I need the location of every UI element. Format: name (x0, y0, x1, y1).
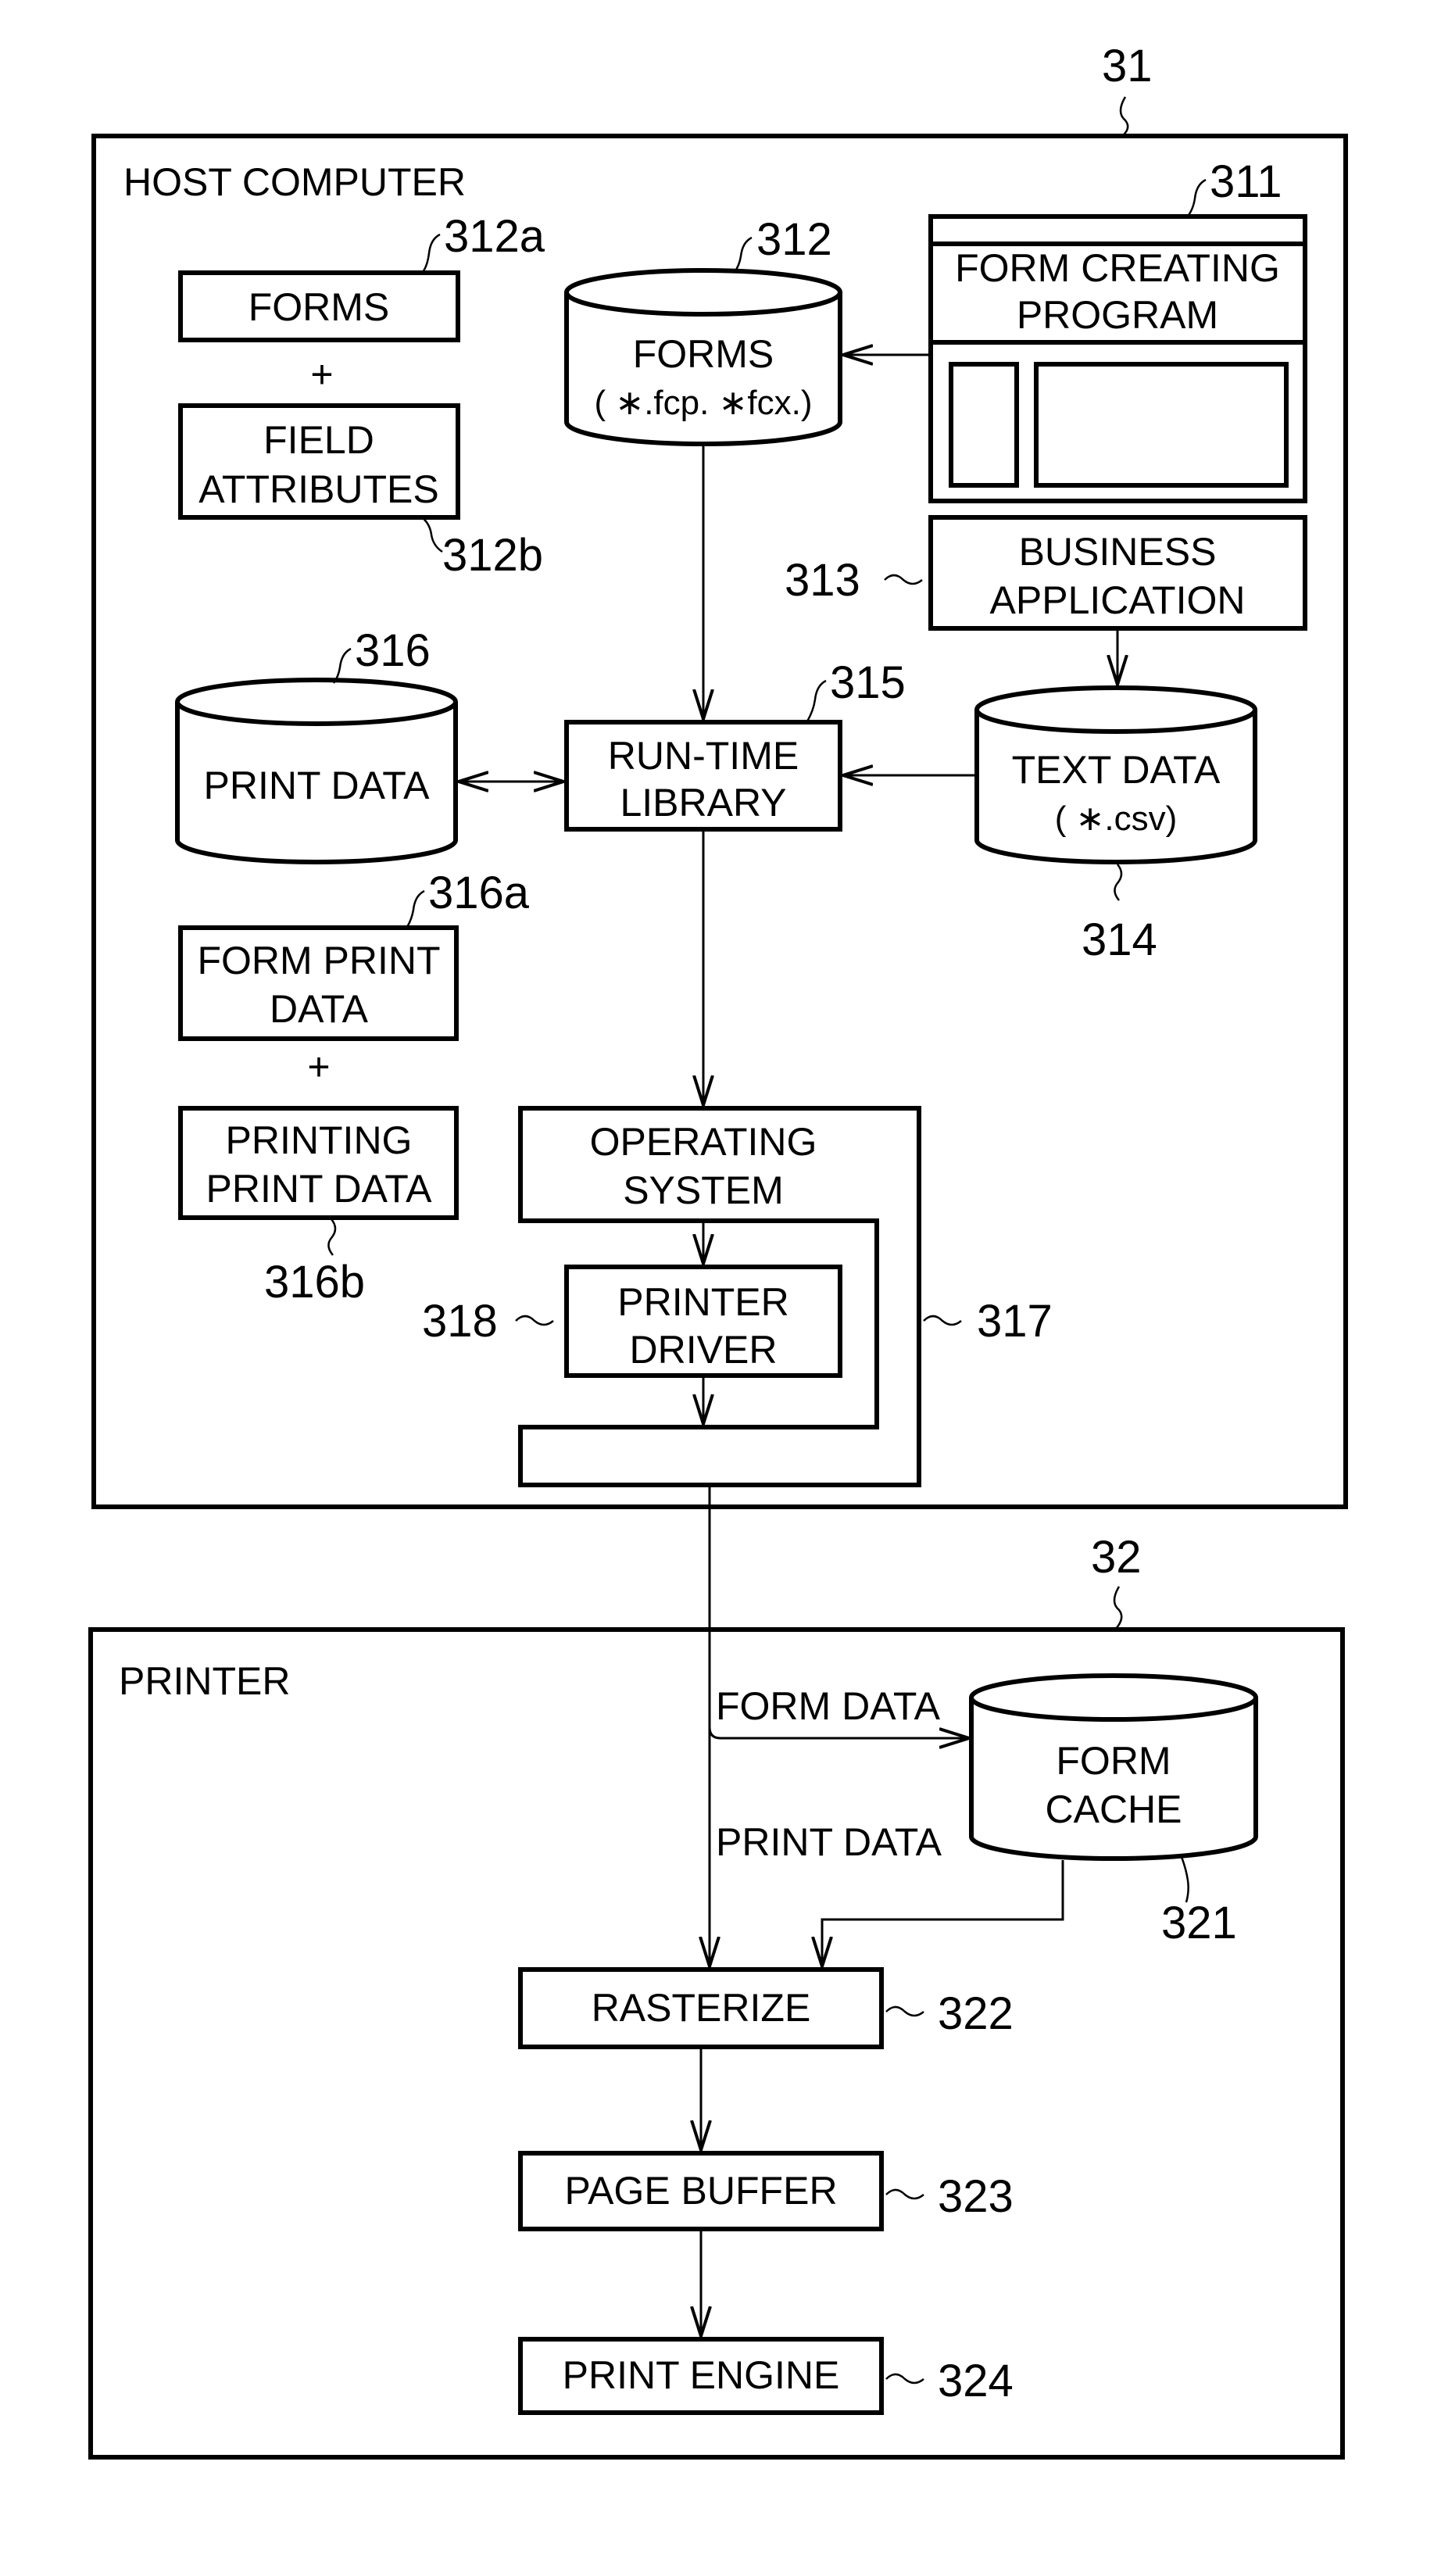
ref-317: 317 (977, 1296, 1053, 1347)
ref-318: 318 (422, 1296, 498, 1347)
window-left-pane (949, 362, 1019, 488)
text-data-line2: ( ∗.csv) (1055, 800, 1178, 838)
ref-321: 321 (1161, 1898, 1237, 1948)
runtime-line1: RUN-TIME (608, 734, 799, 778)
page-buffer-label: PAGE BUFFER (564, 2169, 837, 2213)
ref-316b: 316b (264, 1257, 365, 1308)
form-print-data-line2: DATA (270, 987, 369, 1031)
leader-31 (1119, 96, 1129, 137)
leader-32 (1113, 1586, 1123, 1630)
ref-312a: 312a (444, 211, 545, 262)
printer-title: PRINTER (119, 1659, 290, 1703)
printing-print-data-line1: PRINTING (226, 1118, 413, 1162)
text-data-line1: TEXT DATA (1012, 748, 1221, 792)
form-print-data-line1: FORM PRINT (197, 939, 440, 982)
flow-diagram: HOST COMPUTER 31 FORMS 312a + FIELD ATTR… (88, 41, 1348, 2460)
host-computer-title: HOST COMPUTER (123, 160, 466, 204)
forms-db-line1: FORMS (633, 332, 774, 376)
business-app-line1: BUSINESS (1019, 530, 1217, 574)
rasterize-label: RASTERIZE (592, 1986, 811, 2030)
driver-line2: DRIVER (630, 1328, 778, 1372)
ref-312: 312 (756, 214, 832, 265)
driver-line1: PRINTER (617, 1280, 788, 1324)
form-creating-line1: FORM CREATING (955, 246, 1280, 290)
business-app-line2: APPLICATION (990, 578, 1246, 622)
form-cache-line2: CACHE (1045, 1787, 1182, 1831)
ref-311: 311 (1210, 156, 1282, 207)
print-engine-label: PRINT ENGINE (563, 2353, 840, 2397)
plus-sign-2: + (307, 1045, 330, 1089)
window-right-pane (1034, 362, 1289, 488)
ref-322: 322 (938, 1988, 1014, 2039)
ref-316: 316 (355, 625, 431, 676)
ref-324: 324 (938, 2356, 1014, 2406)
os-line1: OPERATING (590, 1120, 817, 1164)
ref-313: 313 (785, 555, 860, 606)
ref-315: 315 (830, 657, 906, 708)
diagram-canvas: HOST COMPUTER 31 FORMS 312a + FIELD ATTR… (0, 0, 1441, 2576)
ref-312b: 312b (442, 530, 543, 581)
form-creating-line2: PROGRAM (1017, 293, 1218, 337)
forms-box-label: FORMS (249, 285, 390, 329)
print-data-db-label: PRINT DATA (204, 764, 431, 807)
printing-print-data-line2: PRINT DATA (206, 1167, 433, 1211)
runtime-line2: LIBRARY (620, 781, 786, 825)
field-attributes-line2: ATTRIBUTES (198, 467, 438, 511)
ref-323: 323 (938, 2171, 1014, 2222)
ref-314: 314 (1082, 914, 1157, 965)
ref-31: 31 (1102, 41, 1153, 91)
form-cache-line1: FORM (1056, 1739, 1171, 1783)
edge-label-form-data: FORM DATA (716, 1684, 941, 1728)
ref-316a: 316a (428, 868, 530, 918)
edge-label-print-data: PRINT DATA (716, 1820, 942, 1864)
field-attributes-line1: FIELD (263, 418, 374, 462)
forms-db-line2: ( ∗.fcp. ∗fcx.) (594, 384, 812, 422)
os-line2: SYSTEM (623, 1168, 784, 1212)
ref-32: 32 (1091, 1532, 1142, 1583)
plus-sign-1: + (310, 352, 333, 396)
